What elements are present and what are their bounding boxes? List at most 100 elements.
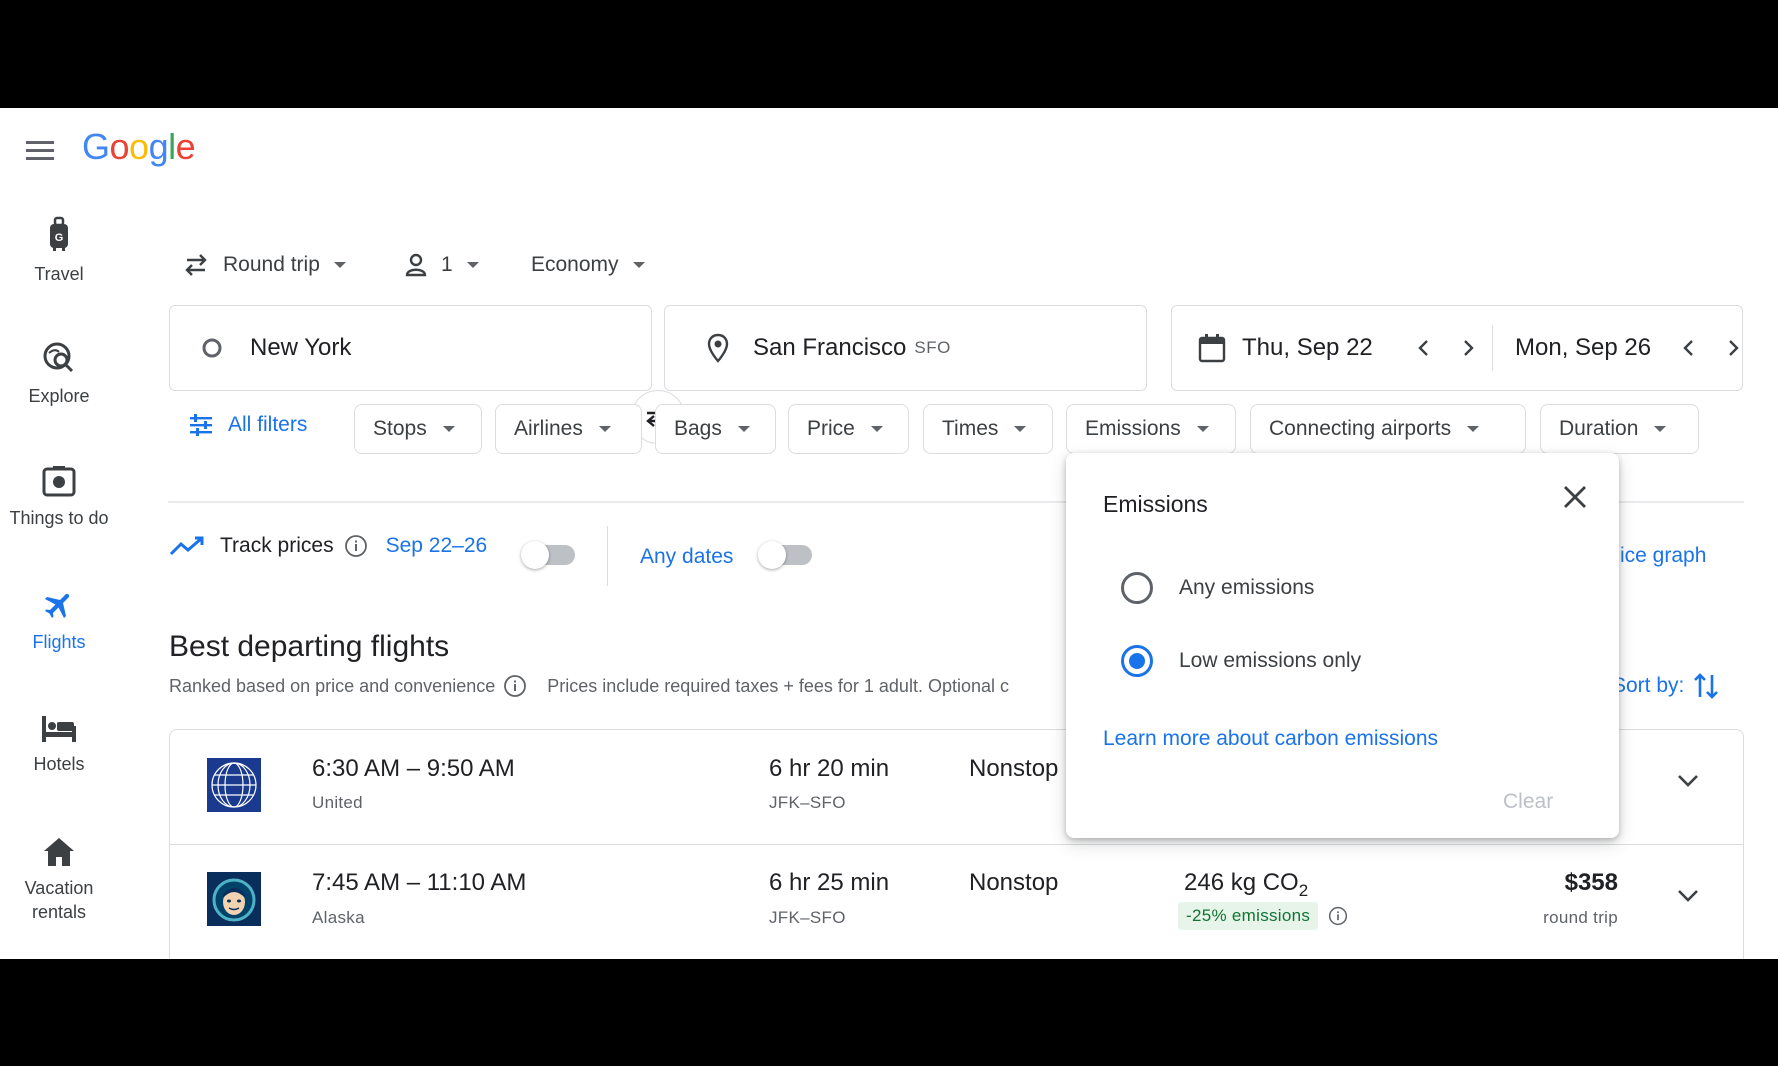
chevron-down-icon	[1654, 426, 1667, 432]
nav-label: Flights	[32, 632, 86, 652]
chip-label: Emissions	[1085, 417, 1181, 440]
radio-label: Any emissions	[1179, 576, 1315, 599]
info-icon[interactable]	[1328, 906, 1348, 926]
cabin-class-label: Economy	[531, 253, 619, 276]
return-date[interactable]: Mon, Sep 26	[1515, 334, 1665, 362]
info-icon[interactable]	[344, 534, 368, 558]
flight-stops: Nonstop	[969, 869, 1059, 896]
nav-vacation-rentals[interactable]: Vacation rentals	[0, 836, 118, 924]
chevron-down-icon	[870, 426, 883, 432]
nav-label: Explore	[28, 386, 90, 406]
nav-explore[interactable]: Explore	[0, 340, 118, 408]
filter-chip-bags[interactable]: Bags	[655, 404, 776, 454]
toggle-knob	[521, 541, 549, 569]
luggage-icon: G	[43, 216, 75, 254]
svg-text:G: G	[55, 232, 64, 244]
flight-row-alaska[interactable]: 7:45 AM – 11:10 AM Alaska 6 hr 25 min JF…	[169, 844, 1744, 959]
united-logo	[207, 758, 261, 812]
origin-field[interactable]: New York	[169, 305, 652, 391]
chip-label: Stops	[373, 417, 427, 440]
flight-icon	[42, 588, 76, 622]
main-menu-icon[interactable]	[22, 132, 58, 168]
filter-chip-price[interactable]: Price	[788, 404, 909, 454]
chevron-down-icon	[737, 426, 750, 432]
trending-up-icon	[169, 535, 205, 557]
filter-chip-emissions[interactable]: Emissions	[1066, 404, 1236, 454]
nav-label: Hotels	[33, 754, 85, 774]
chip-label: Times	[942, 417, 999, 440]
chevron-right-icon[interactable]	[1725, 338, 1741, 358]
destination-code: SFO	[914, 338, 951, 357]
flight-stops: Nonstop	[969, 755, 1059, 782]
chip-label: Price	[807, 417, 855, 440]
chevron-down-icon	[333, 262, 346, 268]
radio-button	[1121, 572, 1153, 604]
filter-chip-stops[interactable]: Stops	[354, 404, 482, 454]
destination-field[interactable]: San Francisco SFO	[664, 305, 1147, 391]
passenger-select[interactable]: 1	[405, 253, 479, 277]
nav-flights[interactable]: Flights	[0, 588, 118, 654]
all-filters-button[interactable]: All filters	[188, 412, 307, 438]
any-dates-toggle[interactable]	[758, 541, 812, 569]
expand-chevron-icon[interactable]	[1675, 772, 1701, 790]
depart-date[interactable]: Thu, Sep 22	[1242, 334, 1402, 362]
radio-low-emissions[interactable]: Low emissions only	[1121, 645, 1361, 677]
person-icon	[405, 253, 427, 277]
google-logo[interactable]: Google	[82, 126, 196, 168]
chevron-down-icon	[442, 426, 455, 432]
calendar-icon	[1198, 333, 1226, 363]
radio-any-emissions[interactable]: Any emissions	[1121, 572, 1314, 604]
airline-name: Alaska	[312, 908, 365, 927]
close-icon[interactable]	[1561, 483, 1589, 511]
passenger-count: 1	[441, 253, 453, 276]
radio-label: Low emissions only	[1179, 649, 1362, 672]
nav-label: Travel	[34, 264, 84, 284]
info-icon[interactable]	[503, 674, 527, 698]
emissions-subscript: 2	[1298, 880, 1309, 900]
chevron-left-icon[interactable]	[1681, 338, 1697, 358]
track-dates: Sep 22–26	[385, 534, 488, 557]
trip-type-select[interactable]: Round trip	[183, 253, 346, 277]
filter-chip-airlines[interactable]: Airlines	[495, 404, 642, 454]
learn-more-link[interactable]: Learn more about carbon emissions	[1103, 727, 1438, 751]
filter-chip-connecting-airports[interactable]: Connecting airports	[1250, 404, 1526, 454]
all-filters-label: All filters	[228, 413, 308, 436]
track-prices-toggle[interactable]	[521, 541, 575, 569]
chevron-right-icon[interactable]	[1460, 338, 1476, 358]
sort-button[interactable]: Sort by:	[1612, 671, 1720, 701]
emissions-badge: -25% emissions	[1178, 902, 1319, 930]
sort-icon	[1692, 671, 1720, 701]
nav-label: Vacation rentals	[24, 878, 94, 922]
swap-arrows-icon	[183, 253, 209, 277]
flight-times: 7:45 AM – 11:10 AM	[312, 869, 527, 896]
chip-label: Airlines	[514, 417, 583, 440]
nav-hotels[interactable]: Hotels	[0, 712, 118, 776]
nav-travel[interactable]: G Travel	[0, 216, 118, 286]
track-prices-row: Track prices Sep 22–26	[169, 534, 487, 558]
emissions-popup: Emissions Any emissions Low emissions on…	[1066, 453, 1619, 838]
any-dates-label: Any dates	[640, 545, 734, 568]
date-divider	[1492, 325, 1493, 371]
nav-things-to-do[interactable]: Things to do	[0, 464, 118, 530]
google-flights-page: Google G Travel Explore Things to do Fli…	[0, 108, 1778, 959]
camera-icon	[41, 464, 77, 498]
alaska-logo	[207, 872, 261, 926]
prices-note: Prices include required taxes + fees for…	[547, 675, 1009, 696]
flight-duration: 6 hr 25 min	[769, 869, 890, 896]
chevron-down-icon	[598, 426, 611, 432]
clear-button[interactable]: Clear	[1503, 790, 1553, 814]
chevron-down-icon	[466, 262, 479, 268]
filter-chip-times[interactable]: Times	[923, 404, 1053, 454]
track-prices-label: Track prices	[220, 534, 334, 557]
cabin-class-select[interactable]: Economy	[531, 253, 645, 277]
sort-label: Sort by:	[1612, 674, 1685, 697]
radio-button-selected	[1121, 645, 1153, 677]
price-graph-link[interactable]: ice graph	[1620, 544, 1706, 568]
expand-chevron-icon[interactable]	[1675, 887, 1701, 905]
price-note: round trip	[1543, 908, 1618, 927]
chevron-down-icon	[1014, 426, 1027, 432]
explore-icon	[41, 340, 77, 376]
flight-route: JFK–SFO	[769, 793, 846, 812]
chevron-left-icon[interactable]	[1416, 338, 1432, 358]
filter-chip-duration[interactable]: Duration	[1540, 404, 1699, 454]
